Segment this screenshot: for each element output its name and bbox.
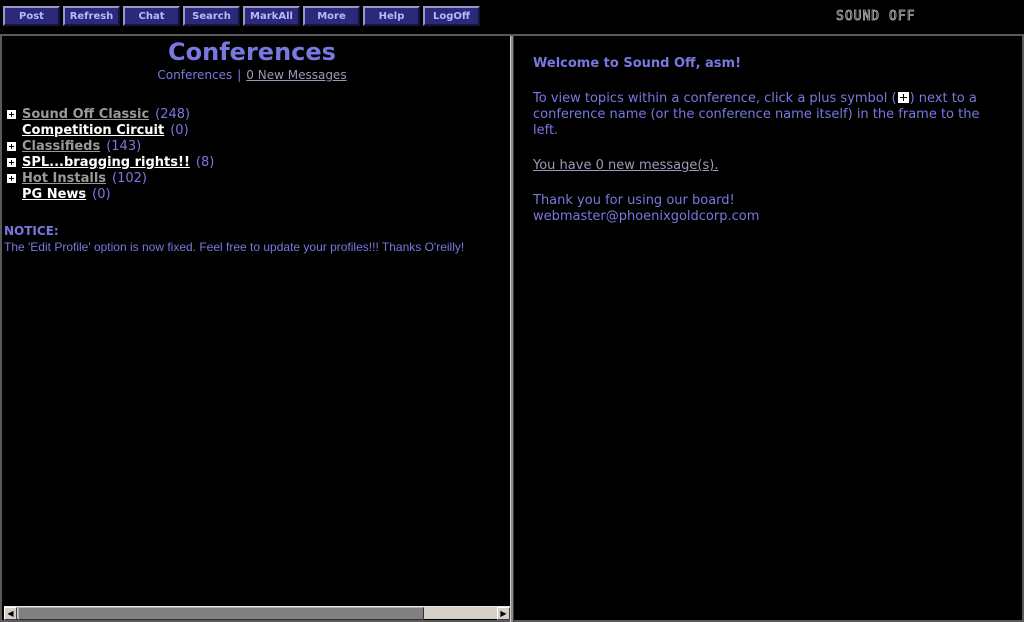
sound-off-logo: SOUND OFF (836, 9, 916, 25)
page-title: Conferences (168, 38, 336, 66)
instructions-text: To view topics within a conference, clic… (533, 91, 980, 138)
conference-count: (8) (195, 154, 215, 170)
expand-plus-icon[interactable] (7, 173, 16, 183)
new-messages-link[interactable]: 0 New Messages (246, 68, 346, 82)
logoff-button[interactable]: LogOff (423, 6, 480, 26)
conference-link[interactable]: PG News (22, 187, 86, 202)
horizontal-scrollbar[interactable]: ◀ ▶ (4, 606, 510, 620)
welcome-frame: Welcome to Sound Off, asm! To view topic… (514, 36, 1024, 622)
notice-label: NOTICE: (4, 224, 59, 238)
conference-row: Hot Installs (102) (7, 170, 214, 186)
conference-link[interactable]: Sound Off Classic (22, 107, 149, 122)
new-messages-status-link[interactable]: You have 0 new message(s). (533, 158, 718, 174)
post-button[interactable]: Post (3, 6, 60, 26)
refresh-button[interactable]: Refresh (63, 6, 120, 26)
conference-count: (248) (155, 106, 191, 122)
help-button[interactable]: Help (363, 6, 420, 26)
conference-row: Competition Circuit (0) (7, 122, 214, 138)
webmaster-email: webmaster@phoenixgoldcorp.com (533, 209, 760, 224)
conference-link[interactable]: SPL...bragging rights!! (22, 155, 190, 170)
conference-count: (0) (92, 186, 111, 202)
thanks-text: Thank you for using our board! (533, 193, 735, 208)
conference-count: (143) (106, 138, 142, 154)
conference-count: (0) (170, 122, 189, 138)
conference-row: PG News (0) (7, 186, 214, 202)
scroll-right-arrow-icon[interactable]: ▶ (497, 607, 510, 620)
search-button[interactable]: Search (183, 6, 240, 26)
conference-row: SPL...bragging rights!! (8) (7, 154, 214, 170)
conference-list-frame: Conferences Conferences | 0 New Messages S… (0, 36, 511, 622)
toolbar: Post Refresh Chat Search MarkAll More He… (0, 0, 1024, 36)
conference-row: Classifieds (143) (7, 138, 214, 154)
scrollbar-thumb[interactable] (18, 607, 424, 620)
expand-plus-icon[interactable] (7, 141, 16, 151)
markall-button[interactable]: MarkAll (243, 6, 300, 26)
conference-link[interactable]: Classifieds (22, 139, 100, 154)
conference-link[interactable]: Hot Installs (22, 171, 106, 186)
conference-link[interactable]: Competition Circuit (22, 123, 164, 138)
conference-count: (102) (112, 170, 147, 186)
chat-button[interactable]: Chat (123, 6, 180, 26)
more-button[interactable]: More (303, 6, 360, 26)
expand-plus-icon[interactable] (7, 157, 16, 167)
breadcrumb-separator: | (237, 68, 242, 82)
plus-symbol-icon (897, 92, 909, 103)
breadcrumb-current: Conferences (157, 68, 233, 82)
expand-plus-icon[interactable] (7, 109, 16, 119)
toolbar-buttons: Post Refresh Chat Search MarkAll More He… (3, 6, 483, 26)
conference-list: Sound Off Classic (248) Competition Circ… (7, 106, 214, 202)
conference-row: Sound Off Classic (248) (7, 106, 214, 122)
notice-text: The 'Edit Profile' option is now fixed. … (4, 240, 465, 254)
breadcrumb: Conferences | 0 New Messages (2, 68, 502, 82)
welcome-heading: Welcome to Sound Off, asm! (533, 56, 742, 71)
scroll-left-arrow-icon[interactable]: ◀ (4, 607, 17, 620)
